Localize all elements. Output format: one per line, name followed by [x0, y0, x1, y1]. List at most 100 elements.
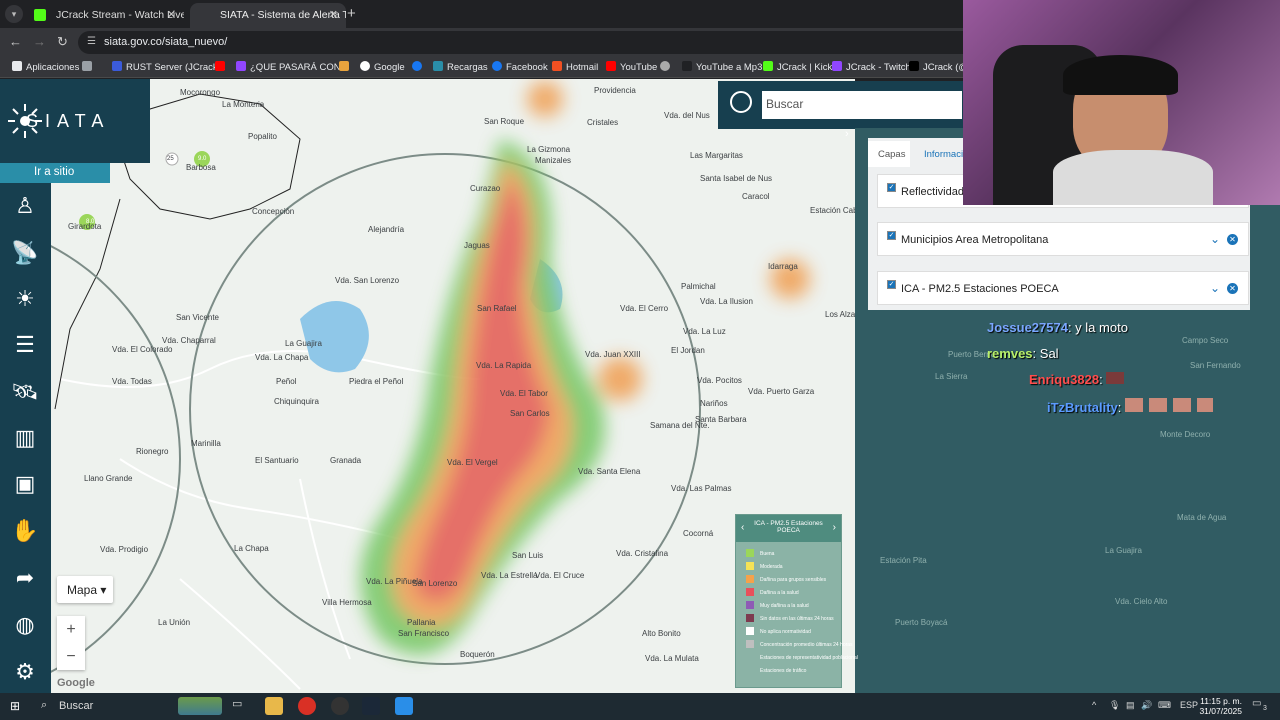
search-input[interactable]: Buscar [762, 91, 962, 119]
layer-checkbox[interactable]: ✓ [887, 183, 896, 192]
locate-crosshair-icon[interactable] [730, 91, 752, 113]
legend-prev-icon[interactable]: ‹ [741, 522, 744, 533]
keyboard-icon[interactable]: ⌨ [1158, 700, 1171, 711]
kick-favicon-icon [34, 9, 46, 21]
microphone-icon[interactable]: 🎙 [1109, 700, 1120, 711]
layer-checkbox[interactable]: ✓ [887, 280, 896, 289]
road-number: 25 [167, 156, 174, 162]
tab-jcrack[interactable]: JCrack Stream - Watch Live on Kick ✕ [26, 3, 184, 28]
place-label: Santa Isabel de Nus [700, 174, 773, 183]
layers-icon[interactable]: ☰ [9, 329, 41, 361]
language-indicator[interactable]: ESP [1180, 700, 1198, 710]
zoom-out-button[interactable]: − [57, 643, 85, 670]
legend-item: Muy dañina a la salud [746, 601, 809, 609]
widgets-icon[interactable] [178, 697, 222, 715]
chat-message: Jossue27574: y la moto [987, 320, 1128, 335]
new-tab-button[interactable]: + [347, 5, 356, 22]
person-icon[interactable]: ♙ [9, 190, 41, 222]
legend-item: Dañina para grupos sensibles [746, 575, 826, 583]
obs-icon[interactable] [331, 697, 349, 715]
tab-title: SIATA - Sistema de Alerta Temprana [220, 9, 346, 21]
weather-station-icon[interactable]: ☀ [9, 283, 41, 315]
kick-icon [763, 61, 773, 71]
steam-icon[interactable] [362, 697, 380, 715]
place-label: Alejandría [368, 225, 405, 234]
reload-icon[interactable]: ↻ [57, 34, 68, 50]
layer-checkbox[interactable]: ✓ [887, 231, 896, 240]
place-label: Santa Barbara [695, 415, 747, 424]
legend-next-icon[interactable]: › [833, 522, 836, 533]
place-label: Concepción [252, 207, 295, 216]
chevron-down-icon[interactable]: ⌄ [1210, 281, 1220, 295]
share-arrow-icon[interactable]: ➦ [9, 562, 41, 594]
close-tab-icon[interactable]: ✕ [329, 8, 338, 21]
bookmark-facebook[interactable]: Facebook [492, 61, 548, 73]
bookmark-youtube-1[interactable] [215, 61, 229, 73]
place-label: Providencia [594, 86, 636, 95]
map-type-button[interactable]: Mapa ▾ [57, 576, 113, 603]
remove-layer-icon[interactable]: ✕ [1227, 283, 1238, 294]
bookmark-kick[interactable]: JCrack | Kick [763, 61, 832, 73]
radar-icon[interactable]: 📡 [9, 237, 41, 269]
bookmark-twitch[interactable]: JCrack - Twitch [832, 61, 911, 73]
volume-icon[interactable]: 🔊 [1141, 700, 1152, 711]
place-label: San Lorenzo [412, 579, 458, 588]
forward-arrow-icon[interactable]: → [33, 34, 46, 49]
go-to-site-button[interactable]: Ir a sitio [0, 163, 110, 183]
bookmark-google[interactable]: Google [360, 61, 405, 73]
place-label: Vda. Las Palmas [671, 484, 732, 493]
layer-ica-pm25[interactable]: ✓ ICA - PM2.5 Estaciones POECA ⌄ ✕ [877, 271, 1249, 305]
bookmark-que-pasara[interactable]: ¿QUE PASARÁ CON... [236, 61, 349, 73]
place-label: San Fernando [1190, 361, 1241, 370]
back-arrow-icon[interactable]: ← [9, 34, 22, 49]
bookmark-recargas[interactable]: Recargas [433, 61, 488, 73]
chrome-icon[interactable] [298, 697, 316, 715]
notification-count: 3 [1263, 705, 1267, 712]
place-label: Vda. La Ilusion [700, 297, 753, 306]
remove-layer-icon[interactable]: ✕ [1227, 234, 1238, 245]
address-bar[interactable]: ☰ siata.gov.co/siata_nuevo/ [78, 31, 978, 54]
bookmark-facebook-1[interactable] [412, 61, 426, 73]
close-tab-icon[interactable]: ✕ [167, 8, 176, 21]
bookmark-favicon-icon [433, 61, 443, 71]
hand-icon[interactable]: ✋ [9, 515, 41, 547]
windows-start-icon[interactable]: ⊞ [10, 699, 20, 713]
tray-chevron-icon[interactable]: ^ [1092, 700, 1096, 710]
map-book-icon[interactable]: ▥ [9, 422, 41, 454]
place-label: Llano Grande [84, 474, 133, 483]
satellite-icon[interactable]: 🛰 [9, 376, 41, 408]
tab-capas[interactable]: Capas [868, 141, 910, 167]
bookmark-grid[interactable] [82, 61, 96, 73]
siata-logo[interactable]: SIATA [0, 79, 150, 163]
place-label: La Unión [158, 618, 191, 627]
place-label: San Francisco [398, 629, 450, 638]
map-canvas[interactable]: 8.0 9.0 25 Mocorongo La Monteria Popalito B… [0, 79, 855, 693]
place-label: Vda. La Rapida [476, 361, 532, 370]
task-view-icon[interactable]: ▭ [232, 697, 250, 715]
bookmark-star[interactable] [339, 61, 353, 73]
collapse-panel-chevron-icon[interactable]: › [845, 128, 849, 140]
site-info-icon[interactable]: ☰ [87, 36, 96, 47]
tab-search-button[interactable]: ▾ [5, 5, 23, 23]
chevron-down-icon[interactable]: ⌄ [1210, 232, 1220, 246]
globe-icon[interactable]: ◍ [9, 609, 41, 641]
bookmark-hotmail[interactable]: Hotmail [552, 61, 598, 73]
bookmark-youtube[interactable]: YouTube [606, 61, 657, 73]
app-icon[interactable] [395, 697, 413, 715]
zoom-in-button[interactable]: + [57, 616, 85, 643]
network-icon[interactable]: ▤ [1126, 700, 1135, 711]
image-icon[interactable]: ▣ [9, 468, 41, 500]
bookmark-globe[interactable] [660, 61, 674, 73]
clock[interactable]: 11:15 p. m. 31/07/2025 [1199, 696, 1242, 716]
place-label: Las Margaritas [690, 151, 743, 160]
settings-gear-icon[interactable]: ⚙ [9, 656, 41, 688]
file-explorer-icon[interactable] [265, 697, 283, 715]
bookmark-rust[interactable]: RUST Server (JCrack... [112, 61, 226, 73]
map-search: Buscar [718, 81, 963, 129]
place-label: Vda. La Estrella [481, 571, 538, 580]
bookmark-youtube-mp3[interactable]: YouTube a Mp3 [682, 61, 762, 73]
layer-municipios[interactable]: ✓ Municipios Area Metropolitana ⌄ ✕ [877, 222, 1249, 256]
notifications-icon[interactable]: ▭ [1252, 698, 1261, 709]
tab-siata[interactable]: SIATA - Sistema de Alerta Temprana ✕ [190, 3, 346, 28]
bookmark-apps[interactable]: Aplicaciones [12, 61, 79, 73]
